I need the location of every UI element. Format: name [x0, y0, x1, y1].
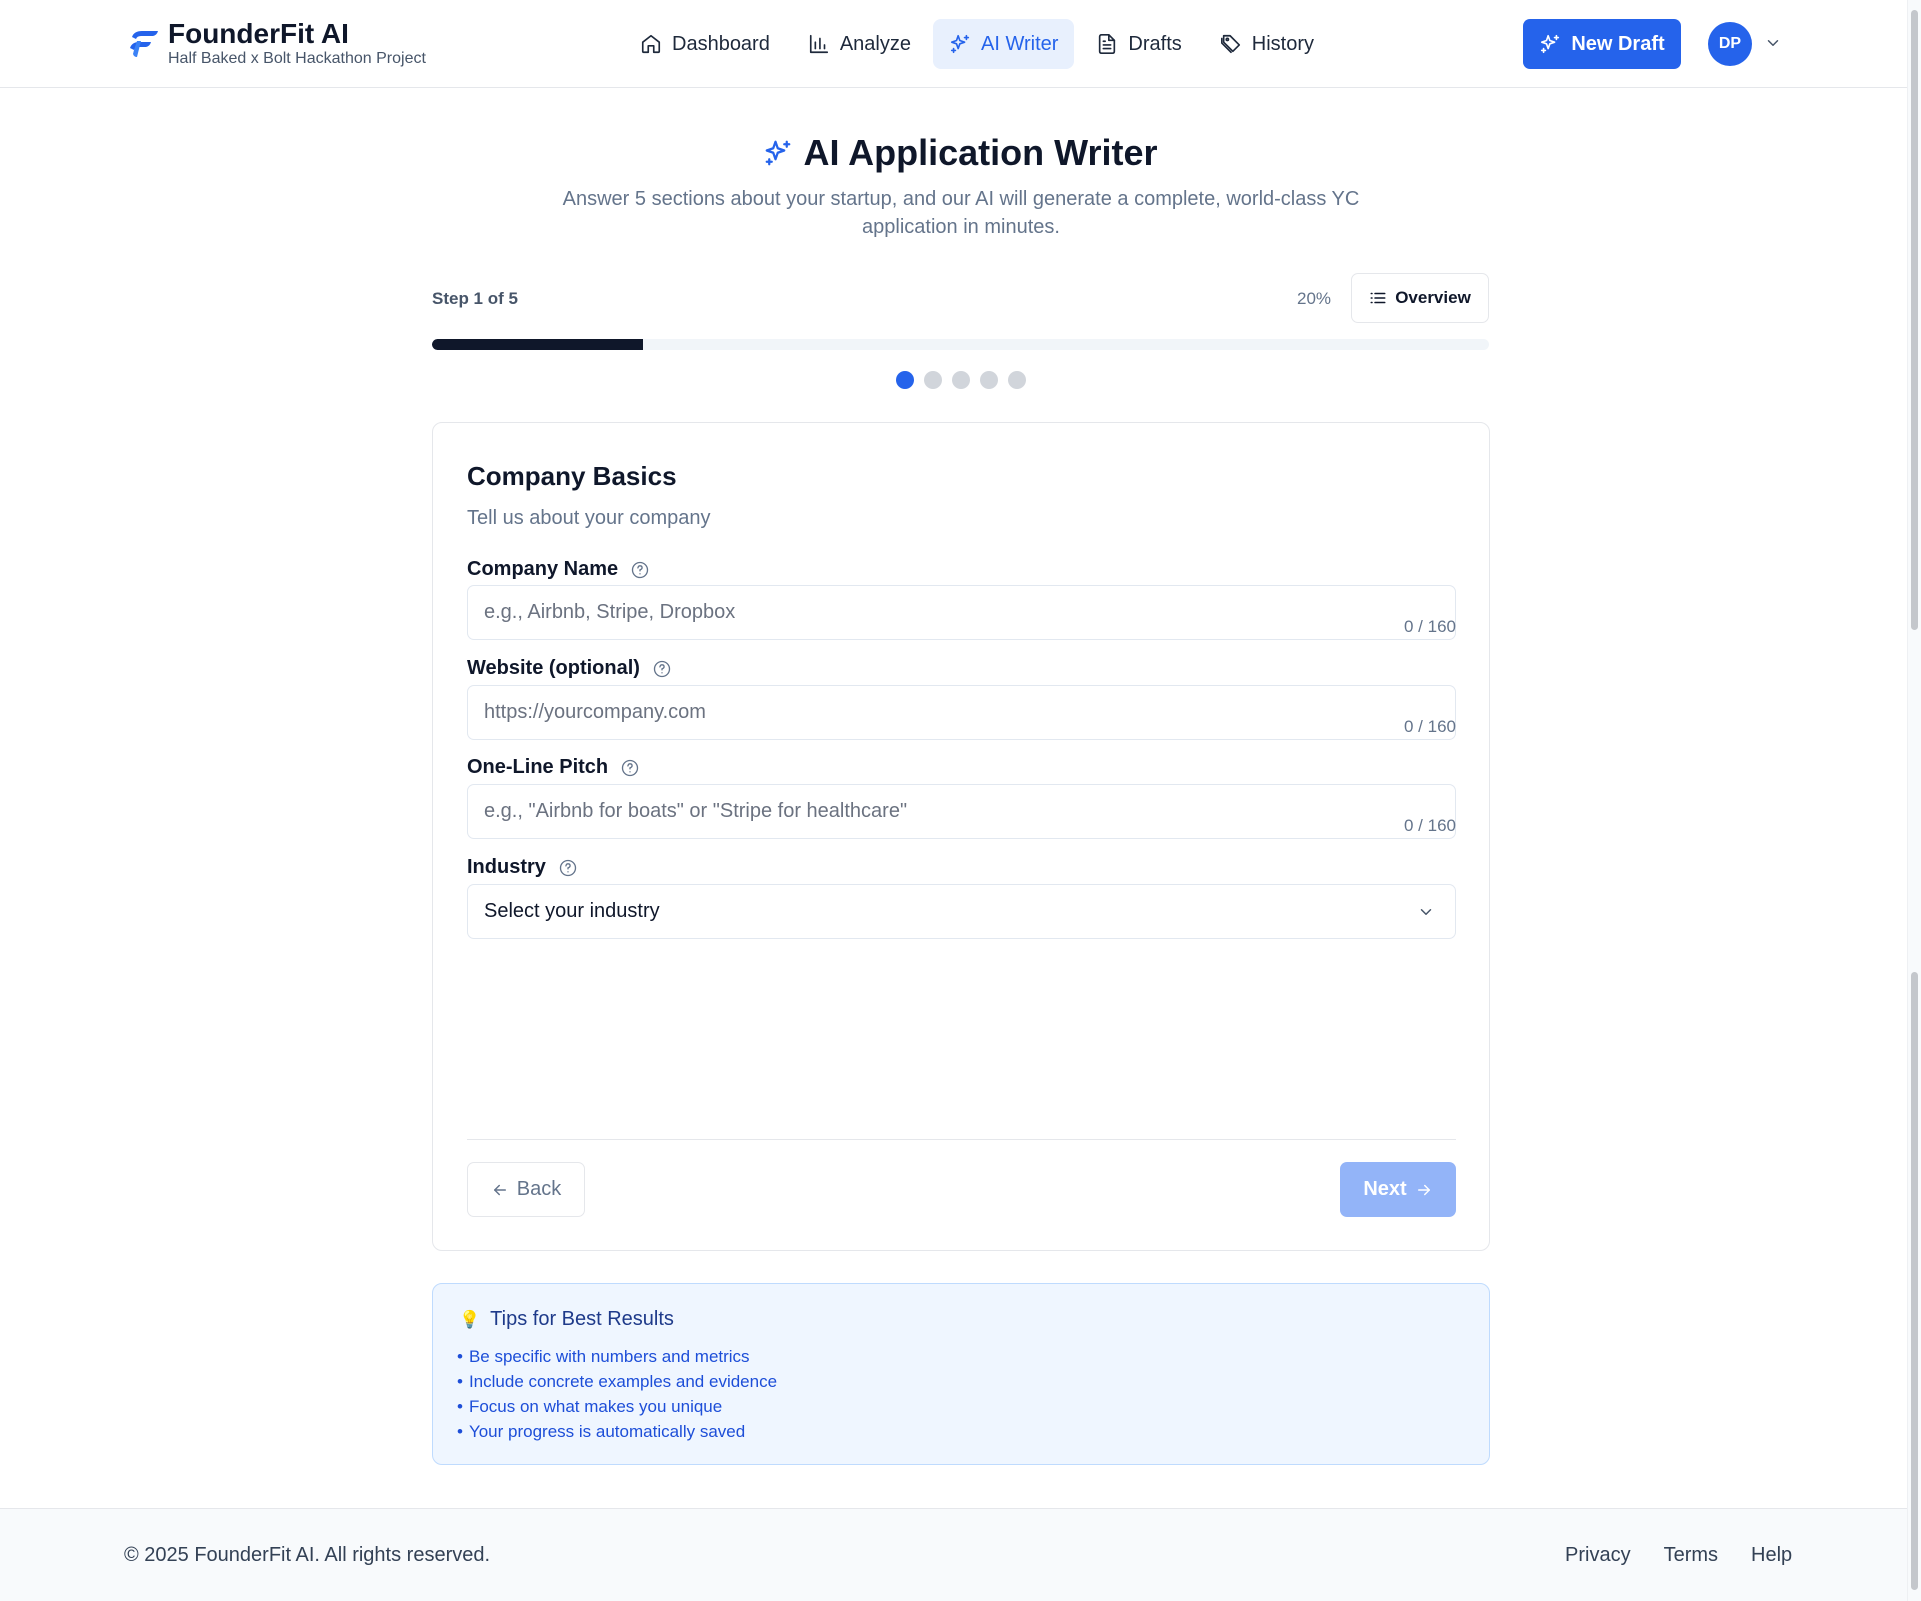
progress-bar-fill [432, 339, 644, 350]
tips-title-text: Tips for Best Results [490, 1308, 674, 1330]
divider [467, 1139, 1456, 1140]
tip-item: Include concrete examples and evidence [457, 1369, 777, 1394]
file-text-icon [1099, 34, 1116, 54]
industry-select[interactable]: Select your industry [467, 884, 1456, 939]
section-description: Tell us about your company [467, 507, 711, 529]
help-circle-icon[interactable] [558, 858, 578, 878]
company-name-counter: 0 / 160 [1404, 617, 1456, 636]
field-label-text: Industry [467, 856, 546, 878]
chevron-down-icon [1417, 903, 1435, 921]
chevron-down-icon[interactable] [1764, 34, 1782, 52]
footer-link-terms[interactable]: Terms [1664, 1544, 1718, 1567]
footer-links: Privacy Terms Help [1565, 1544, 1792, 1567]
website-label: Website (optional) [467, 657, 672, 680]
overview-label: Overview [1395, 288, 1471, 307]
brand[interactable]: FounderFit AI Half Baked x Bolt Hackatho… [124, 18, 426, 68]
nav-label: Analyze [839, 32, 911, 55]
help-circle-icon[interactable] [630, 560, 650, 580]
arrow-left-icon [493, 1184, 506, 1195]
website-input[interactable] [467, 685, 1456, 740]
field-label-text: One-Line Pitch [467, 756, 609, 778]
industry-label: Industry [467, 856, 578, 879]
nav-item-history[interactable]: History [1204, 19, 1330, 69]
field-label-text: Website (optional) [467, 657, 640, 679]
step-dot-3[interactable] [951, 371, 970, 389]
main-nav: Dashboard Analyze AI Writer Drafts Histo… [624, 19, 1330, 69]
founderfit-logo-icon [130, 31, 158, 57]
progress-percent: 20% [1297, 289, 1332, 308]
industry-select-value: Select your industry [484, 900, 660, 922]
nav-label: Dashboard [672, 32, 770, 55]
list-icon [1370, 292, 1386, 304]
copyright-text: © 2025 FounderFit AI. All rights reserve… [124, 1544, 491, 1566]
new-draft-label: New Draft [1571, 32, 1665, 55]
nav-label: Drafts [1128, 32, 1182, 55]
step-dot-4[interactable] [979, 371, 998, 389]
step-dot-5[interactable] [1007, 371, 1026, 389]
step-indicator: Step 1 of 5 [432, 289, 518, 308]
brand-name: FounderFit AI [168, 18, 349, 49]
form-card: Company Basics Tell us about your compan… [432, 422, 1490, 1251]
page-title: AI Application Writer [0, 132, 1921, 174]
field-label-text: Company Name [467, 558, 619, 580]
back-button[interactable]: Back [467, 1162, 585, 1217]
tag-icon [1220, 34, 1240, 54]
bar-chart-icon [809, 34, 828, 54]
next-button[interactable]: Next [1340, 1162, 1456, 1217]
nav-label: AI Writer [981, 32, 1059, 55]
tips-title: 💡 Tips for Best Results [459, 1308, 674, 1331]
sparkles-icon [766, 140, 791, 166]
step-dot-1[interactable] [895, 371, 914, 389]
lightbulb-icon: 💡 [459, 1309, 481, 1329]
page-scrollbar[interactable] [1907, 0, 1921, 1601]
brand-subtitle: Half Baked x Bolt Hackathon Project [168, 50, 426, 67]
company-name-label: Company Name [467, 558, 650, 581]
section-title: Company Basics [467, 461, 677, 491]
step-dots [0, 371, 1921, 389]
tip-item: Your progress is automatically saved [457, 1419, 777, 1444]
pitch-label: One-Line Pitch [467, 756, 640, 779]
nav-label: History [1251, 32, 1314, 55]
footer-link-privacy[interactable]: Privacy [1565, 1544, 1631, 1567]
nav-item-ai-writer[interactable]: AI Writer [933, 19, 1075, 69]
scrollbar-thumb[interactable] [1911, 972, 1918, 1590]
tip-item: Be specific with numbers and metrics [457, 1344, 777, 1369]
new-draft-button[interactable]: New Draft [1523, 19, 1681, 69]
tip-item: Focus on what makes you unique [457, 1394, 777, 1419]
scrollbar-thumb[interactable] [1911, 10, 1918, 630]
arrow-right-icon [1417, 1184, 1430, 1195]
nav-item-drafts[interactable]: Drafts [1080, 19, 1197, 69]
pitch-counter: 0 / 160 [1404, 816, 1456, 835]
home-icon [641, 34, 661, 54]
help-circle-icon[interactable] [652, 659, 672, 679]
page-title-text: AI Application Writer [803, 132, 1158, 173]
nav-item-dashboard[interactable]: Dashboard [624, 19, 786, 69]
website-counter: 0 / 160 [1404, 717, 1456, 736]
help-circle-icon[interactable] [620, 758, 640, 778]
nav-item-analyze[interactable]: Analyze [792, 19, 927, 69]
progress-bar [432, 339, 1489, 350]
next-label: Next [1363, 1178, 1407, 1200]
sparkles-icon [1541, 34, 1560, 54]
tips-list: Be specific with numbers and metrics Inc… [457, 1344, 777, 1444]
pitch-input[interactable] [467, 784, 1456, 839]
top-navbar: FounderFit AI Half Baked x Bolt Hackatho… [0, 0, 1907, 88]
page-subtitle: Answer 5 sections about your startup, an… [562, 188, 1360, 238]
company-name-input[interactable] [467, 585, 1456, 640]
sparkles-icon [950, 34, 970, 54]
step-dot-2[interactable] [923, 371, 942, 389]
avatar[interactable]: DP [1708, 22, 1752, 66]
tips-panel: 💡 Tips for Best Results Be specific with… [432, 1283, 1490, 1465]
overview-button[interactable]: Overview [1351, 273, 1489, 323]
footer-link-help[interactable]: Help [1751, 1544, 1792, 1567]
back-label: Back [516, 1178, 562, 1200]
footer: © 2025 FounderFit AI. All rights reserve… [0, 1508, 1907, 1601]
